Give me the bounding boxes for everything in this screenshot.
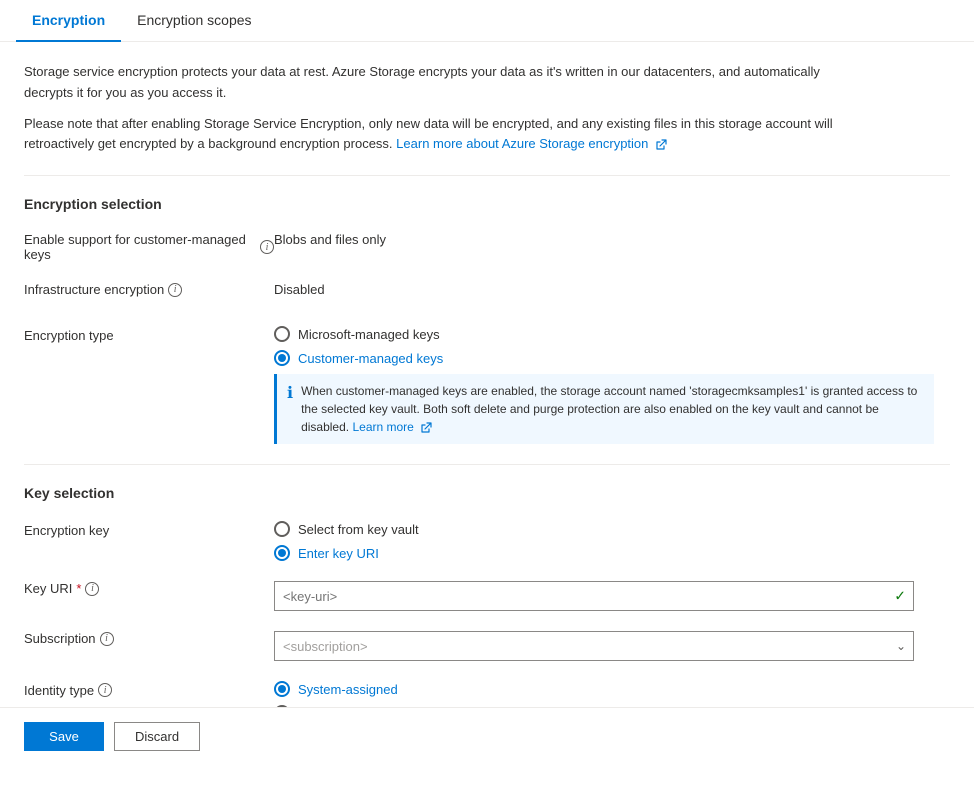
encryption-type-info-box: ℹ When customer-managed keys are enabled…	[274, 374, 934, 444]
encryption-key-label: Encryption key	[24, 517, 274, 538]
subscription-select[interactable]: <subscription>	[274, 631, 914, 661]
encryption-selection-title: Encryption selection	[24, 196, 950, 212]
customer-managed-keys-value: Blobs and files only	[274, 228, 950, 247]
key-uri-required-star: *	[76, 581, 81, 596]
radio-key-uri[interactable]: Enter key URI	[274, 545, 950, 561]
radio-key-vault[interactable]: Select from key vault	[274, 521, 950, 537]
subscription-value: <subscription> ⌄	[274, 627, 950, 661]
radio-microsoft-managed[interactable]: Microsoft-managed keys	[274, 326, 950, 342]
radio-key-uri-label: Enter key URI	[298, 546, 379, 561]
radio-customer-label: Customer-managed keys	[298, 351, 443, 366]
tab-bar: Encryption Encryption scopes	[0, 0, 974, 42]
description-block: Storage service encryption protects your…	[24, 62, 844, 155]
key-uri-value: ✓	[274, 577, 950, 611]
radio-system-assigned[interactable]: System-assigned	[274, 681, 950, 697]
key-uri-input-wrapper: ✓	[274, 581, 914, 611]
infrastructure-encryption-row: Infrastructure encryption i Disabled	[24, 278, 950, 306]
encryption-key-value: Select from key vault Enter key URI	[274, 517, 950, 561]
external-link-icon	[655, 139, 667, 151]
radio-customer-managed[interactable]: Customer-managed keys	[274, 350, 950, 366]
radio-system-indicator	[274, 681, 290, 697]
key-uri-label: Key URI * i	[24, 577, 274, 596]
main-content: Storage service encryption protects your…	[0, 42, 974, 807]
customer-managed-keys-label: Enable support for customer-managed keys…	[24, 228, 274, 262]
customer-managed-keys-info-icon[interactable]: i	[260, 240, 274, 254]
footer: Save Discard	[0, 707, 974, 765]
encryption-learn-more-link[interactable]: Learn more	[352, 420, 432, 434]
customer-managed-keys-row: Enable support for customer-managed keys…	[24, 228, 950, 262]
tab-encryption-scopes[interactable]: Encryption scopes	[121, 0, 267, 42]
radio-key-vault-label: Select from key vault	[298, 522, 419, 537]
encryption-type-row: Encryption type Microsoft-managed keys C…	[24, 322, 950, 444]
discard-button[interactable]: Discard	[114, 722, 200, 751]
radio-system-label: System-assigned	[298, 682, 398, 697]
key-uri-row: Key URI * i ✓	[24, 577, 950, 611]
subscription-info-icon[interactable]: i	[100, 632, 114, 646]
encryption-key-row: Encryption key Select from key vault Ent…	[24, 517, 950, 561]
radio-microsoft-label: Microsoft-managed keys	[298, 327, 440, 342]
infrastructure-encryption-label: Infrastructure encryption i	[24, 278, 274, 297]
radio-customer-indicator	[274, 350, 290, 366]
info-box-icon: ℹ	[287, 383, 293, 436]
identity-type-label: Identity type i	[24, 677, 274, 698]
identity-type-info-icon[interactable]: i	[98, 683, 112, 697]
learn-more-link[interactable]: Learn more about Azure Storage encryptio…	[396, 136, 667, 151]
encryption-key-radio-group: Select from key vault Enter key URI	[274, 521, 950, 561]
encryption-type-label: Encryption type	[24, 322, 274, 343]
infrastructure-encryption-value: Disabled	[274, 278, 950, 297]
key-uri-info-icon[interactable]: i	[85, 582, 99, 596]
radio-key-vault-indicator	[274, 521, 290, 537]
save-button[interactable]: Save	[24, 722, 104, 751]
encryption-learn-more-external-icon	[420, 422, 432, 434]
subscription-row: Subscription i <subscription> ⌄	[24, 627, 950, 661]
key-uri-check-icon: ✓	[894, 588, 906, 605]
radio-microsoft-indicator	[274, 326, 290, 342]
info-box-text: When customer-managed keys are enabled, …	[301, 382, 924, 436]
divider-1	[24, 175, 950, 176]
divider-2	[24, 464, 950, 465]
radio-key-uri-indicator	[274, 545, 290, 561]
subscription-label: Subscription i	[24, 627, 274, 646]
key-selection-title: Key selection	[24, 485, 950, 501]
encryption-type-value: Microsoft-managed keys Customer-managed …	[274, 322, 950, 444]
description-line1: Storage service encryption protects your…	[24, 62, 844, 104]
subscription-select-wrapper: <subscription> ⌄	[274, 631, 914, 661]
encryption-type-radio-group: Microsoft-managed keys Customer-managed …	[274, 326, 950, 366]
infrastructure-encryption-info-icon[interactable]: i	[168, 283, 182, 297]
tab-encryption[interactable]: Encryption	[16, 0, 121, 42]
description-line2: Please note that after enabling Storage …	[24, 114, 844, 156]
key-uri-input[interactable]	[274, 581, 914, 611]
